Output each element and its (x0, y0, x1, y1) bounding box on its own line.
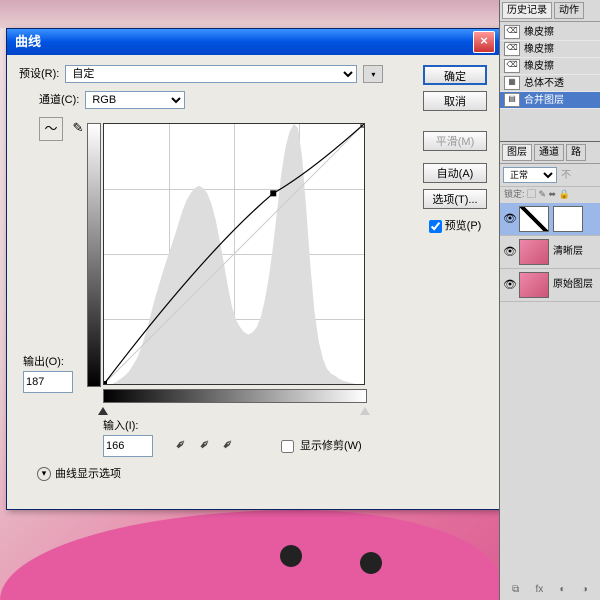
titlebar[interactable]: 曲线 × (7, 29, 499, 55)
blend-mode-select[interactable]: 正常 (503, 167, 557, 183)
tab-layers[interactable]: 图层 (502, 144, 532, 161)
channel-select[interactable]: RGB (85, 91, 185, 109)
chevron-down-icon[interactable]: ▾ (37, 467, 51, 481)
auto-button[interactable]: 自动(A) (423, 163, 487, 183)
disclosure-label[interactable]: 曲线显示选项 (55, 467, 121, 481)
input-field[interactable] (103, 435, 153, 457)
history-item[interactable]: ⌫橡皮擦 (500, 24, 600, 41)
preset-menu-button[interactable]: ▾ (363, 65, 383, 83)
options-button[interactable]: 选项(T)... (423, 189, 487, 209)
smooth-button: 平滑(M) (423, 131, 487, 151)
history-list: ⌫橡皮擦⌫橡皮擦⌫橡皮擦▦总体不透▤合并图层 (500, 22, 600, 111)
history-item[interactable]: ⌫橡皮擦 (500, 58, 600, 75)
clip-label: 显示修剪(W) (300, 439, 362, 453)
preview-label: 预览(P) (445, 219, 482, 233)
output-field[interactable] (23, 371, 73, 393)
tab-channels[interactable]: 通道 (534, 144, 564, 161)
layer-row[interactable]: 👁清晰层 (500, 236, 600, 269)
preset-label: 预设(R): (19, 67, 59, 81)
preset-select[interactable]: 自定 (65, 65, 357, 83)
link-icon[interactable]: ⧉ (512, 583, 519, 596)
history-item[interactable]: ⌫橡皮擦 (500, 41, 600, 58)
fx-icon[interactable]: fx (535, 583, 543, 596)
tab-actions[interactable]: 动作 (554, 2, 584, 19)
cancel-button[interactable]: 取消 (423, 91, 487, 111)
ok-button[interactable]: 确定 (423, 65, 487, 85)
pencil-tool-icon[interactable]: ✎ (67, 117, 89, 139)
clip-checkbox[interactable] (281, 440, 294, 453)
output-gradient (87, 123, 101, 387)
input-label: 输入(I): (103, 419, 138, 433)
curve-tool-icon[interactable]: 〜 (39, 117, 63, 141)
input-slider[interactable] (103, 405, 365, 415)
layer-row[interactable]: 👁原始图层 (500, 269, 600, 302)
history-tabs: 历史记录 动作 (500, 0, 600, 22)
black-eyedropper-icon[interactable]: ✒ (170, 434, 191, 455)
dialog-title: 曲线 (11, 34, 473, 51)
history-item[interactable]: ▤合并图层 (500, 92, 600, 109)
gray-eyedropper-icon[interactable]: ✒ (194, 434, 215, 455)
tab-history[interactable]: 历史记录 (502, 2, 552, 19)
mask-icon[interactable]: ◐ (560, 583, 566, 596)
curve-line[interactable] (104, 124, 364, 384)
output-label: 输出(O): (23, 355, 64, 369)
preview-checkbox[interactable] (429, 220, 442, 233)
visibility-icon[interactable]: 👁 (503, 278, 515, 292)
layer-row[interactable]: 👁 (500, 203, 600, 236)
curves-graph[interactable] (103, 123, 365, 385)
close-icon[interactable]: × (473, 31, 495, 53)
tab-paths[interactable]: 路 (566, 144, 586, 161)
white-eyedropper-icon[interactable]: ✒ (218, 434, 239, 455)
visibility-icon[interactable]: 👁 (503, 245, 515, 259)
channel-label: 通道(C): (39, 93, 79, 107)
curves-dialog: 曲线 × 预设(R): 自定 ▾ 通道(C): RGB 〜 ✎ 确定 取消 平滑… (6, 28, 500, 510)
visibility-icon[interactable]: 👁 (503, 212, 515, 226)
history-item[interactable]: ▦总体不透 (500, 75, 600, 92)
adjust-icon[interactable]: ◑ (582, 583, 588, 596)
input-gradient (103, 389, 367, 403)
panels: 历史记录 动作 ⌫橡皮擦⌫橡皮擦⌫橡皮擦▦总体不透▤合并图层 图层 通道 路 正… (499, 0, 600, 600)
